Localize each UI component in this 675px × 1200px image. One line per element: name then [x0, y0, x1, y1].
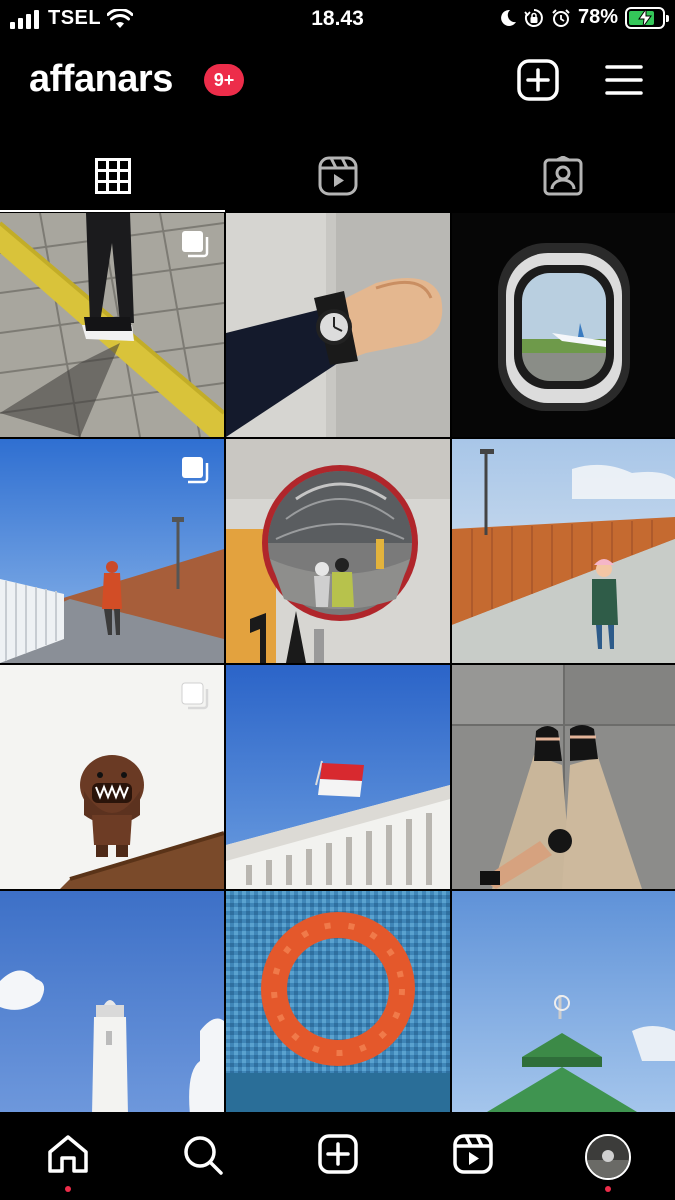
multiple-photos-icon — [181, 682, 209, 710]
post-image — [0, 891, 224, 1112]
nav-create[interactable] — [270, 1112, 405, 1200]
profile-notification-dot — [604, 1186, 611, 1192]
post-thumbnail-6[interactable] — [452, 439, 675, 663]
post-thumbnail-8[interactable] — [226, 665, 450, 889]
tagged-person-icon — [543, 156, 582, 196]
menu-button[interactable] — [600, 56, 648, 104]
notification-badge[interactable]: 9+ — [204, 64, 244, 96]
reels-icon — [318, 156, 357, 196]
post-thumbnail-10[interactable] — [0, 891, 224, 1112]
post-thumbnail-5[interactable] — [226, 439, 450, 663]
avatar-photo — [586, 1136, 629, 1178]
nav-profile[interactable] — [540, 1112, 675, 1200]
post-thumbnail-7[interactable] — [0, 665, 224, 889]
status-bar: TSEL 18.43 78% — [0, 0, 675, 38]
post-image — [452, 213, 675, 437]
add-post-button[interactable] — [514, 56, 562, 104]
post-thumbnail-2[interactable] — [226, 213, 450, 437]
posts-grid — [0, 213, 675, 1112]
battery-icon — [625, 6, 669, 29]
moon-icon — [501, 9, 516, 26]
post-image — [226, 439, 450, 663]
multiple-photos-icon — [182, 231, 209, 258]
posts-grid-tab[interactable] — [0, 140, 225, 212]
profile-tabs — [0, 140, 675, 212]
post-image — [226, 665, 450, 889]
post-image — [226, 213, 450, 437]
tagged-tab[interactable] — [450, 140, 675, 212]
home-icon — [47, 1135, 88, 1173]
post-thumbnail-12[interactable] — [452, 891, 675, 1112]
post-thumbnail-4[interactable] — [0, 439, 224, 663]
home-notification-dot — [64, 1186, 71, 1192]
profile-header: affanars 9+ — [0, 50, 675, 114]
reels-tab[interactable] — [225, 140, 450, 212]
post-image — [452, 891, 675, 1112]
post-thumbnail-11[interactable] — [226, 891, 450, 1112]
orientation-lock-icon — [524, 8, 543, 27]
post-thumbnail-9[interactable] — [452, 665, 675, 889]
battery-percent: 78% — [577, 6, 618, 28]
post-image — [226, 891, 450, 1112]
status-right: 78% — [499, 6, 669, 29]
add-post-icon — [517, 59, 559, 101]
charging-bolt-icon — [638, 8, 652, 27]
post-image — [452, 439, 675, 663]
multiple-photos-icon — [182, 457, 209, 484]
create-icon — [317, 1134, 358, 1174]
profile-avatar — [584, 1134, 631, 1180]
grid-icon — [94, 158, 131, 194]
post-thumbnail-1[interactable] — [0, 213, 224, 437]
nav-reels[interactable] — [405, 1112, 540, 1200]
post-thumbnail-3[interactable] — [452, 213, 675, 437]
nav-home[interactable] — [0, 1112, 135, 1200]
search-icon — [183, 1136, 223, 1175]
username-switcher[interactable]: affanars — [29, 58, 173, 101]
post-image — [452, 665, 675, 889]
alarm-icon — [552, 8, 570, 27]
reels-icon — [452, 1134, 493, 1174]
menu-icon — [605, 65, 643, 95]
nav-search[interactable] — [135, 1112, 270, 1200]
bottom-navigation — [0, 1112, 675, 1200]
